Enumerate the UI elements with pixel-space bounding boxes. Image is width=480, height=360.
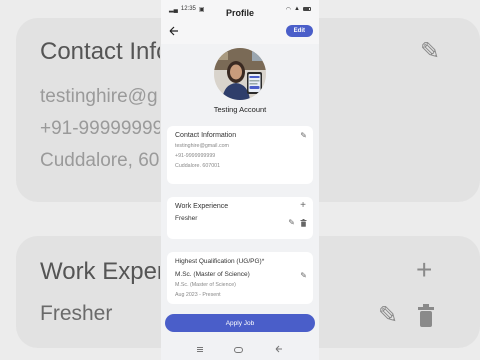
home-icon[interactable]: [234, 347, 244, 353]
profile-name: Testing Account: [213, 105, 267, 114]
bg-contact-title: Contact Infor: [40, 38, 160, 65]
apply-job-button[interactable]: Apply Job: [165, 314, 315, 332]
phone-screen: ▂▄ 12:35 ▣ ◠ ▲ Edit Profile Testing Acco…: [161, 0, 319, 360]
bg-phone: +91-99999999: [40, 118, 160, 139]
bg-work-value: Fresher: [40, 302, 113, 325]
avatar: [214, 48, 266, 100]
work-value: Fresher: [175, 215, 198, 222]
status-bar: ▂▄ 12:35 ▣ ◠ ▲: [161, 0, 319, 18]
recent-apps-icon[interactable]: [196, 347, 203, 353]
qualification-degree-sub: M.Sc. (Master of Science): [175, 282, 236, 288]
contact-address: Cuddalore. 607001: [175, 163, 221, 169]
edit-button[interactable]: Edit: [285, 25, 313, 37]
status-time: 12:35: [180, 6, 196, 12]
work-title: Work Experience: [175, 203, 229, 210]
trash-icon[interactable]: [300, 219, 307, 229]
qualification-degree: M.Sc. (Master of Science): [175, 271, 250, 278]
pencil-icon[interactable]: ✎: [300, 132, 307, 140]
cellular-icon: ▲: [294, 6, 300, 12]
system-nav-bar: [161, 340, 319, 360]
plus-icon[interactable]: +: [300, 201, 306, 211]
bg-edit-icon: ✎: [420, 38, 441, 65]
pencil-icon[interactable]: ✎: [288, 219, 295, 227]
bg-pencil-icon: ✎: [378, 302, 399, 329]
bg-trash-icon: [416, 304, 436, 333]
app-header: Edit: [161, 18, 319, 44]
battery-icon: [303, 7, 311, 11]
contact-card: Contact Information ✎ testinghire@gmail.…: [167, 126, 313, 184]
work-experience-card: Work Experience + Fresher ✎: [167, 197, 313, 239]
contact-phone: +91-9999999999: [175, 153, 216, 159]
qualification-card: Highest Qualification (UG/PG)* M.Sc. (Ma…: [167, 252, 313, 304]
contact-title: Contact Information: [175, 132, 237, 139]
bg-email: testinghire@g: [40, 86, 158, 107]
bg-address: Cuddalore, 60: [40, 150, 160, 171]
qualification-title: Highest Qualification (UG/PG)*: [175, 258, 265, 265]
contact-email: testinghire@gmail.com: [175, 143, 229, 149]
bg-work-title: Work Experi: [40, 258, 160, 285]
arrow-left-icon[interactable]: [167, 24, 181, 38]
profile-section: Testing Account: [161, 44, 319, 114]
bg-plus-icon: +: [416, 254, 433, 285]
qualification-duration: Aug 2023 - Present: [175, 292, 221, 298]
signal-icon: ▂▄: [169, 6, 178, 13]
notification-icon: ▣: [198, 6, 205, 13]
wifi-icon: ◠: [285, 6, 292, 13]
pencil-icon[interactable]: ✎: [300, 272, 307, 280]
back-nav-icon[interactable]: [275, 345, 283, 355]
